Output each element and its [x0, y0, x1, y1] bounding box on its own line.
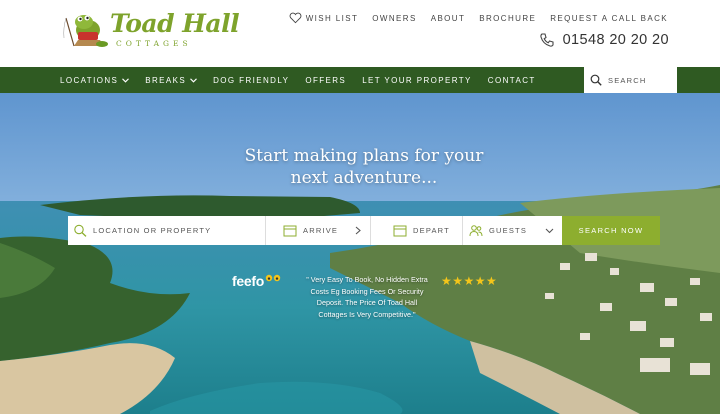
brand-name: Toad Hall	[110, 9, 240, 38]
calendar-icon	[283, 225, 297, 237]
feefo-logo: feefo	[232, 273, 264, 289]
search-now-button[interactable]: SEARCH NOW	[562, 216, 660, 245]
guests-label: GUESTS	[489, 226, 528, 235]
calendar-icon	[393, 225, 407, 237]
main-nav: LOCATIONS BREAKS DOG FRIENDLY OFFERS LET…	[0, 67, 720, 93]
nav-search-button[interactable]: SEARCH	[584, 67, 677, 93]
hero-headline-line-2: next adventure...	[290, 168, 438, 188]
feefo-eyes-icon	[265, 274, 281, 282]
brochure-link[interactable]: BROCHURE	[479, 14, 536, 23]
heart-icon	[289, 12, 302, 24]
location-input[interactable]: LOCATION OR PROPERTY	[68, 216, 266, 245]
chevron-right-icon	[355, 226, 361, 235]
star-rating: ★★★★★	[441, 274, 498, 288]
phone-icon	[539, 33, 554, 47]
wish-list-link[interactable]: WISH LIST	[289, 12, 359, 24]
hero-headline: Start making plans for your next adventu…	[0, 145, 720, 189]
hero-banner: Start making plans for your next adventu…	[0, 93, 720, 414]
chevron-down-icon	[190, 77, 197, 83]
arrive-date-field[interactable]: ARRIVE	[266, 216, 371, 245]
feefo-badge[interactable]: feefo	[232, 273, 281, 289]
guests-select[interactable]: GUESTS	[463, 216, 562, 245]
site-logo[interactable]: Toad Hall COTTAGES	[60, 8, 240, 52]
nav-offers[interactable]: OFFERS	[305, 76, 346, 85]
nav-locations-label: LOCATIONS	[60, 75, 119, 85]
about-link[interactable]: ABOUT	[431, 14, 466, 23]
phone-contact[interactable]: 01548 20 20 20	[539, 32, 669, 48]
depart-date-field[interactable]: DEPART	[371, 216, 463, 245]
nav-search-label: SEARCH	[608, 75, 647, 85]
utility-links: WISH LIST OWNERS ABOUT BROCHURE REQUEST …	[289, 11, 668, 25]
search-icon	[74, 224, 87, 237]
coastal-landscape-image	[0, 93, 720, 414]
header: Toad Hall COTTAGES WISH LIST OWNERS ABOU…	[0, 0, 720, 67]
nav-let-your-property[interactable]: LET YOUR PROPERTY	[362, 76, 472, 85]
booking-search-bar: LOCATION OR PROPERTY ARRIVE DEPART GUEST…	[68, 216, 660, 245]
nav-dog-friendly[interactable]: DOG FRIENDLY	[213, 76, 289, 85]
phone-number: 01548 20 20 20	[562, 32, 669, 48]
review-quote: " Very Easy To Book, No Hidden Extra Cos…	[306, 275, 428, 319]
chevron-down-icon	[545, 228, 554, 233]
depart-label: DEPART	[413, 226, 450, 235]
wish-list-label: WISH LIST	[305, 13, 359, 23]
hero-headline-line-1: Start making plans for your	[244, 146, 484, 166]
arrive-label: ARRIVE	[303, 226, 339, 235]
nav-locations[interactable]: LOCATIONS	[60, 75, 130, 85]
brand-subtitle: COTTAGES	[116, 39, 192, 48]
location-placeholder: LOCATION OR PROPERTY	[93, 226, 212, 235]
nav-breaks-label: BREAKS	[145, 75, 187, 85]
guests-icon	[469, 225, 483, 237]
owners-link[interactable]: OWNERS	[372, 14, 416, 23]
request-call-back-link[interactable]: REQUEST A CALL BACK	[550, 14, 668, 23]
toad-logo-icon	[63, 15, 108, 47]
nav-contact[interactable]: CONTACT	[488, 76, 536, 85]
chevron-down-icon	[122, 77, 130, 83]
nav-breaks[interactable]: BREAKS	[145, 76, 197, 85]
search-icon	[590, 74, 602, 86]
